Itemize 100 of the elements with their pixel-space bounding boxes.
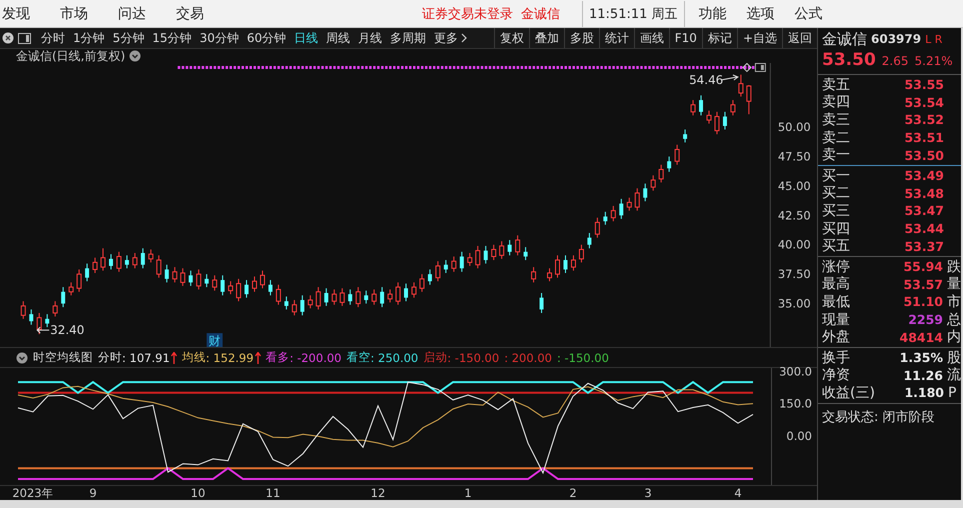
menu-item[interactable]: 交易: [176, 4, 204, 22]
candlestick: [667, 156, 672, 172]
candlestick: [594, 217, 600, 238]
date-axis-label: 1: [464, 486, 472, 500]
stat-label: 跌: [947, 258, 961, 276]
candlestick: [683, 128, 688, 143]
candlestick: [116, 251, 122, 272]
toolbar-button[interactable]: 复权: [494, 28, 529, 48]
menu-item[interactable]: 公式: [794, 4, 823, 22]
candlestick: [643, 183, 648, 202]
close-icon[interactable]: [2, 32, 14, 44]
candlestick: [268, 280, 272, 296]
stat-label: 内: [947, 328, 961, 346]
candlestick: [52, 300, 58, 317]
date-axis-label: 9: [89, 486, 97, 500]
menu-item[interactable]: 选项: [746, 4, 775, 22]
diamond-icon[interactable]: [742, 63, 752, 72]
order-level-label: 买五: [822, 237, 851, 256]
period-tab[interactable]: 1分钟: [69, 28, 109, 48]
toolbar-button[interactable]: 画线: [634, 28, 669, 48]
toolbar-button[interactable]: F10: [668, 28, 702, 48]
panel-toggle-icon[interactable]: [754, 63, 766, 72]
menu-item[interactable]: 发现: [2, 4, 30, 22]
candlestick: [308, 294, 313, 309]
percent-change: 5.21%: [914, 54, 953, 68]
candlestick: [20, 300, 26, 320]
order-price: 53.52: [903, 112, 944, 128]
candlestick: [467, 252, 472, 266]
toolbar-button[interactable]: 叠加: [528, 28, 564, 48]
menu-item[interactable]: 市场: [60, 4, 88, 22]
stat-label: 净资: [822, 366, 851, 384]
stat-value: 1.35%: [898, 350, 943, 366]
toolbar-button[interactable]: 标记: [702, 28, 737, 48]
period-tab[interactable]: 多周期: [386, 28, 430, 48]
order-level-label: 卖四: [822, 93, 851, 112]
candlestick: [276, 284, 281, 306]
stat-label: 现量: [822, 310, 851, 329]
indicator-value: : -150.00: [556, 350, 609, 365]
candlestick: [92, 257, 98, 274]
stat-label: 市: [947, 292, 961, 311]
period-tab[interactable]: 周线: [322, 28, 354, 48]
period-tab[interactable]: 60分钟: [242, 28, 290, 48]
price-axis-label: 47.50: [778, 150, 811, 164]
panel-toggle-icon[interactable]: [18, 32, 31, 44]
period-tab[interactable]: 分时: [37, 28, 69, 48]
period-tab[interactable]: 30分钟: [196, 28, 243, 48]
period-tab[interactable]: 日线: [290, 28, 322, 48]
series-name: 看空: [346, 350, 370, 366]
order-level-label: 买一: [822, 166, 851, 185]
candlestick: [428, 268, 432, 286]
indicator-axis-label: 300.0: [779, 367, 812, 378]
period-tab[interactable]: 月线: [354, 28, 386, 48]
candlestick: [172, 266, 178, 283]
price-axis-label: 42.50: [778, 208, 811, 222]
date-axis-label: 10: [190, 486, 206, 500]
stat-label: 流: [947, 366, 961, 384]
stat-label: 最高: [822, 275, 851, 294]
menu-item[interactable]: 功能: [698, 4, 727, 22]
order-price: 53.48: [903, 186, 944, 201]
stat-label: 收益(三): [822, 384, 876, 402]
dropdown-icon[interactable]: [16, 352, 28, 364]
period-tab[interactable]: 5分钟: [108, 28, 148, 48]
toolbar-button[interactable]: 多股: [564, 28, 599, 48]
candlestick: [180, 268, 186, 286]
candlestick: [212, 274, 218, 292]
candlestick: [140, 248, 145, 269]
candlestick: [404, 283, 408, 302]
indicator-value: : -200.00: [290, 350, 342, 365]
period-tab[interactable]: 更多: [430, 28, 472, 48]
menu-item[interactable]: 问达: [118, 4, 146, 22]
order-price: 53.55: [903, 77, 944, 92]
candlestick: [45, 314, 50, 328]
dropdown-icon[interactable]: [129, 50, 142, 62]
candlestick: [388, 288, 393, 303]
candlestick: [714, 111, 720, 135]
price-change: 2.65: [882, 54, 908, 68]
date-axis-label: 12: [370, 486, 386, 500]
candlestick: [85, 263, 90, 282]
candlestick: [650, 174, 656, 192]
candlestick: [348, 288, 352, 306]
candlestick: [547, 268, 552, 282]
stat-value: 11.26: [902, 368, 943, 383]
trading-status: 交易状态: 闭市阶段: [821, 408, 936, 426]
candlestick: [722, 111, 727, 130]
indicator-value: : 107.91: [122, 350, 170, 365]
candlestick: [746, 84, 752, 115]
order-price: 53.47: [903, 203, 944, 218]
toolbar-button[interactable]: 统计: [598, 28, 634, 48]
series-name: 启动: [423, 350, 448, 366]
period-tab[interactable]: 15分钟: [148, 28, 196, 48]
toolbar-button[interactable]: +自选: [736, 28, 782, 48]
event-marker[interactable]: 财: [206, 333, 223, 348]
indicator-value: : -150.00: [447, 350, 500, 365]
candlestick: [563, 254, 568, 274]
order-price: 53.49: [903, 168, 944, 184]
order-price: 53.54: [903, 94, 944, 110]
candlestick: [524, 246, 528, 261]
indicator-value: : 200.00: [504, 350, 552, 365]
stock-link[interactable]: 金诚信: [521, 4, 560, 22]
indicator-value: : 250.00: [370, 350, 418, 365]
